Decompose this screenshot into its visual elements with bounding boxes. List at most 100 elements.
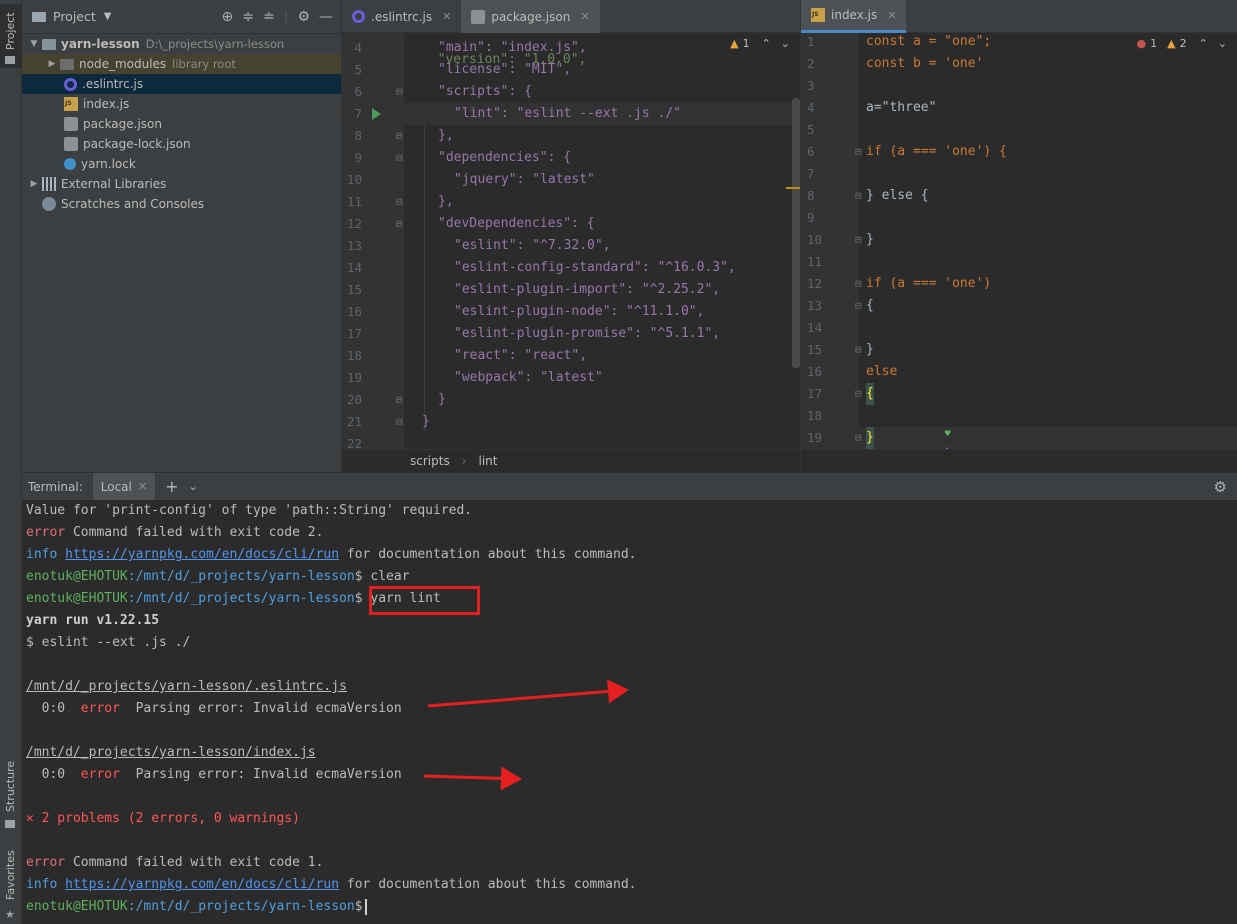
code-line: 9 "dependencies": {⊟ [342,147,800,169]
code-text: "scripts": { [438,84,532,99]
structure-icon [5,820,15,828]
code-line: 21} ⊟ [342,411,800,433]
tab-package-json[interactable]: package.json ✕ [461,0,600,33]
tree-item-package-lock-json[interactable]: package-lock.json [22,134,341,154]
code-text: "eslint-plugin-node": "^11.1.0", [454,304,705,319]
tab-eslintrc[interactable]: .eslintrc.js ✕ [342,0,461,33]
terminal-tab-local[interactable]: Local ✕ [92,472,156,501]
breadcrumb-item[interactable]: scripts [410,454,450,468]
fold-icon[interactable]: ⊟ [855,229,862,251]
line-number: 18 [346,348,362,363]
code-text: "react": "react", [454,348,588,363]
close-icon[interactable]: ✕ [580,10,589,23]
package-json-editor[interactable]: "version": "1.0.0", 4 "main": "index.js",… [342,33,800,449]
project-panel: Project ▼ ⊕ ≑ ≐ | ⚙ — ▼ yarn-lesson D:\_… [22,0,342,472]
code-text: "eslint": "^7.32.0", [454,238,611,253]
inspection-widget[interactable]: ▲ 1 ⌃ ⌄ [720,33,800,54]
warning-marker [786,187,800,189]
fold-icon[interactable]: ⊟ [855,185,862,207]
chevron-down-icon[interactable]: ⌄ [1218,37,1227,50]
fold-icon[interactable]: ⊟ [396,81,403,103]
project-tool-tab[interactable]: Project [0,4,22,68]
terminal-output[interactable]: Value for 'print-config' of type 'path::… [22,500,1237,924]
favorites-tool-tab[interactable]: Favorites ★ [0,846,22,922]
project-panel-title[interactable]: Project [53,9,96,24]
expand-all-icon[interactable]: ≑ [242,9,254,25]
breadcrumb-item[interactable]: lint [479,454,498,468]
docs-link[interactable]: https://yarnpkg.com/en/docs/cli/run [65,877,339,892]
docs-link[interactable]: https://yarnpkg.com/en/docs/cli/run [65,547,339,562]
chevron-up-icon[interactable]: ⌃ [1199,37,1208,50]
lint-error-label: error [80,767,120,782]
terminal-line: enotuk@EHOTUK:/mnt/d/_projects/yarn-less… [26,566,410,588]
chevron-down-icon[interactable]: ⌄ [189,480,198,493]
star-icon: ★ [5,908,15,921]
code-text: if (a === 'one') [866,276,992,291]
line-number: 5 [354,62,362,77]
fold-icon[interactable]: ⊟ [396,411,403,433]
fold-icon[interactable]: ⊟ [855,339,862,361]
editor-tabs-left: .eslintrc.js ✕ package.json ✕ [342,0,800,33]
close-icon[interactable]: ✕ [442,10,451,23]
close-icon[interactable]: ✕ [138,480,147,493]
chevron-right-icon[interactable]: ▶ [28,179,40,189]
json-file-icon [64,137,78,151]
line-number: 17 [807,386,823,401]
fold-icon[interactable]: ⊟ [855,295,862,317]
chevron-up-icon[interactable]: ⌃ [762,37,771,50]
fold-icon[interactable]: ⊟ [855,141,862,163]
structure-tool-tab[interactable]: Structure [0,760,22,832]
fold-icon[interactable]: ⊟ [396,389,403,411]
terminal-text: 0:0 [26,767,81,782]
tree-item-external-libraries[interactable]: ▶ External Libraries [22,174,341,194]
js-file-icon [811,5,825,25]
fold-icon[interactable]: ⊟ [396,147,403,169]
close-icon[interactable]: ✕ [887,9,896,22]
fold-icon[interactable]: ⊟ [855,427,862,449]
locate-icon[interactable]: ⊕ [222,9,234,25]
line-number: 18 [807,408,823,423]
terminal-line: 0:0 error Parsing error: Invalid ecmaVer… [26,698,402,720]
tree-item-index-js[interactable]: index.js [22,94,341,114]
chevron-right-icon[interactable]: ▶ [46,59,58,69]
terminal-text: Command failed with exit code 2. [65,525,324,540]
code-text: "dependencies": { [438,150,572,165]
minimize-icon[interactable]: — [319,9,333,25]
inspection-widget[interactable]: ● 1 ▲ 2 ⌃ ⌄ [1126,33,1237,54]
code-line: 6 if (a === 'one') {⊟ [801,141,1237,163]
collapse-all-icon[interactable]: ≐ [263,9,275,25]
fold-icon[interactable]: ⊟ [855,273,862,295]
chevron-down-icon[interactable]: ⌄ [781,37,790,50]
editor-tabs-right: index.js ✕ [800,0,1237,33]
code-text: { [866,383,874,405]
run-icon[interactable] [372,108,381,120]
chevron-down-icon[interactable]: ▼ [28,39,40,49]
fold-icon[interactable]: ⊟ [396,191,403,213]
terminal-text: Parsing error: Invalid ecmaVersion [119,701,402,716]
code-line: 19 "webpack": "latest" [342,367,800,389]
fold-icon[interactable]: ⊟ [396,213,403,235]
code-text: { [866,298,874,313]
chevron-right-icon: › [461,454,467,468]
tree-item-yarn-lesson[interactable]: ▼ yarn-lesson D:\_projects\yarn-lesson [22,34,341,54]
code-line: 3 [801,75,1237,97]
chevron-down-icon[interactable]: ▼ [104,11,112,22]
index-js-editor[interactable]: 1 const a = "one"; 2 const b = 'one' 3 4 a="th… [800,33,1237,449]
tree-item-scratches[interactable]: Scratches and Consoles [22,194,341,214]
plus-icon[interactable]: + [165,477,178,496]
tree-item-eslintrc[interactable]: .eslintrc.js [22,74,341,94]
prompt-path: :/mnt/d/_projects/yarn-lesson [127,899,355,914]
code-text: "main": "index.js", [438,40,587,55]
tree-item-yarn-lock[interactable]: yarn.lock [22,154,341,174]
prompt-user: enotuk@EHOTUK [26,899,128,914]
editor-scrollbar[interactable] [792,98,800,368]
warning-icon: ▲ [730,37,739,50]
code-text: } [866,342,874,357]
fold-icon[interactable]: ⊟ [396,125,403,147]
gear-icon[interactable]: ⚙ [1214,478,1227,496]
tab-index-js[interactable]: index.js ✕ [801,0,907,33]
tree-item-node-modules[interactable]: ▶ node_modules library root [22,54,341,74]
fold-icon[interactable]: ⊟ [855,383,862,405]
tree-item-package-json[interactable]: package.json [22,114,341,134]
gear-icon[interactable]: ⚙ [297,9,310,25]
